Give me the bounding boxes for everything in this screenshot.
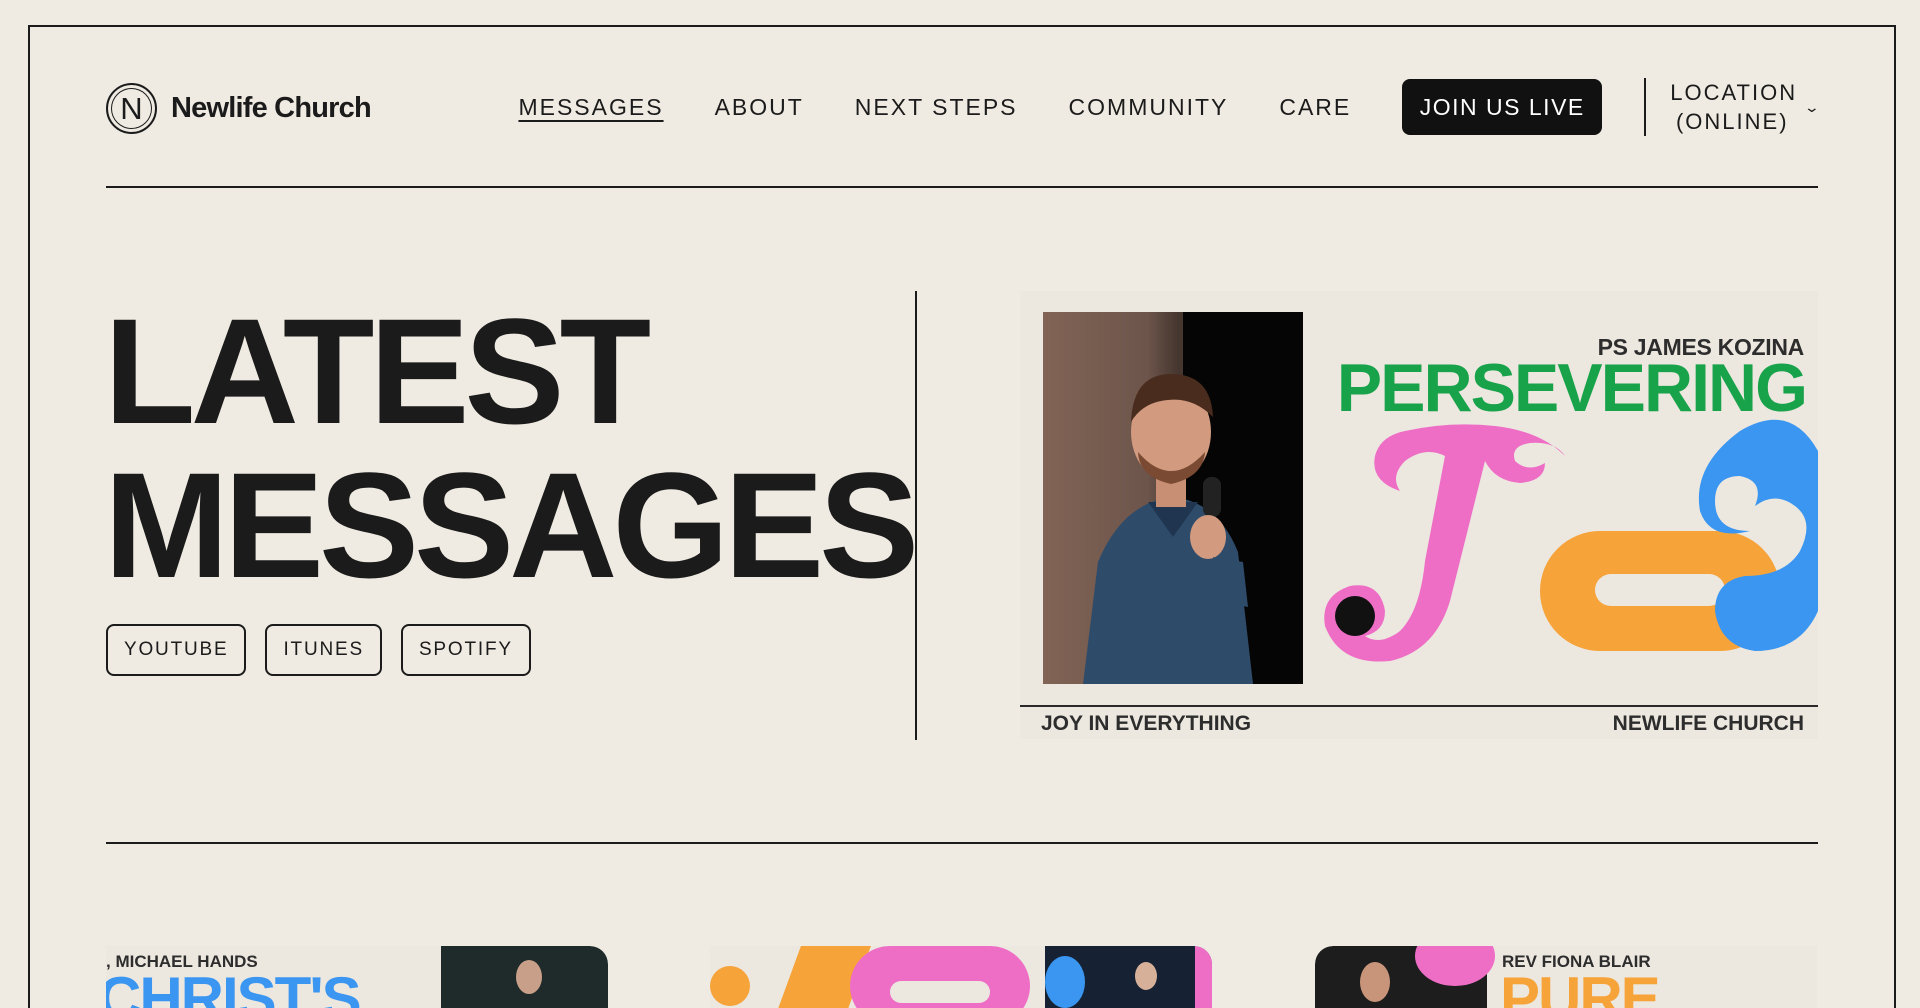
nav-messages[interactable]: MESSAGES: [518, 94, 663, 121]
join-us-live-button[interactable]: JOIN US LIVE: [1402, 79, 1603, 135]
featured-card-rule: [1020, 705, 1818, 707]
platform-links: YOUTUBE ITUNES SPOTIFY: [106, 624, 531, 676]
logo-text: Newlife Church: [171, 92, 372, 124]
card-photo: [441, 946, 608, 1008]
location-label: LOCATION (ONLINE): [1670, 80, 1798, 134]
nav-care[interactable]: CARE: [1279, 94, 1351, 121]
spotify-link[interactable]: SPOTIFY: [400, 624, 531, 676]
card-title: PURE: [1500, 965, 1661, 1008]
section-divider: [106, 842, 1818, 844]
card-title: CHRIST'S: [106, 965, 362, 1008]
location-selector[interactable]: LOCATION (ONLINE) ⌄: [1670, 78, 1821, 136]
logo-mark: N: [106, 83, 157, 134]
chevron-down-icon: ⌄: [1803, 98, 1821, 115]
page-title: LATEST MESSAGES: [104, 287, 919, 609]
nav-community[interactable]: COMMUNITY: [1069, 94, 1229, 121]
nav-about[interactable]: ABOUT: [715, 94, 804, 121]
featured-message-card[interactable]: PS JAMES KOZINA PERSEVERING JOY IN EVERY…: [1020, 291, 1818, 739]
nav-next-steps[interactable]: NEXT STEPS: [855, 94, 1018, 121]
logo[interactable]: N Newlife Church: [106, 83, 372, 134]
featured-series: JOY IN EVERYTHING: [1041, 712, 1252, 735]
main-nav: MESSAGES ABOUT NEXT STEPS COMMUNITY CARE…: [518, 78, 1821, 136]
youtube-link[interactable]: YOUTUBE: [106, 624, 247, 676]
message-card[interactable]: [710, 946, 1212, 1008]
featured-church: NEWLIFE CHURCH: [1612, 712, 1804, 735]
card-photo: [1315, 946, 1495, 1008]
card-photo: [1045, 946, 1212, 1008]
joy-artwork: [1324, 419, 1818, 662]
message-card[interactable]: REV FIONA BLAIR PURE: [1315, 946, 1817, 1008]
hero-vertical-divider: [915, 291, 917, 740]
card-artwork: [710, 946, 1045, 1008]
location-divider: [1644, 78, 1647, 136]
site-header: N Newlife Church MESSAGES ABOUT NEXT STE…: [106, 70, 1821, 188]
itunes-link[interactable]: ITUNES: [265, 624, 382, 676]
message-card[interactable]: , MICHAEL HANDS CHRIST'S: [106, 946, 608, 1008]
message-grid: , MICHAEL HANDS CHRIST'S REV FIONA BLAIR…: [0, 946, 1920, 1008]
header-divider: [106, 186, 1818, 188]
